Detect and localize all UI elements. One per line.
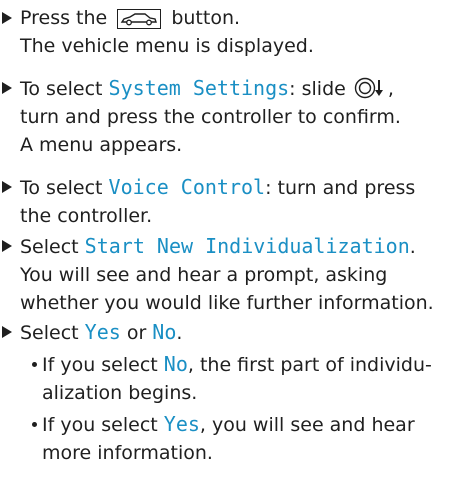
step-3: To select Voice Control: turn and press … <box>0 173 460 230</box>
bullet-1-suffix: , the first part of individu- <box>187 354 432 376</box>
menu-term-no: No <box>152 320 177 344</box>
menu-term-voice-control: Voice Control <box>108 175 266 199</box>
bullet-1-line2: alization begins. <box>42 382 198 404</box>
step-2-prefix: To select <box>20 78 109 100</box>
bullet-2-line2: more information. <box>42 442 213 464</box>
step-4-line3: whether you would like further informati… <box>20 292 434 314</box>
step-2: To select System Settings: slide , turn … <box>0 74 460 159</box>
step-4-line2: You will see and hear a prompt, asking <box>20 264 388 286</box>
step-5-mid: or <box>120 322 153 344</box>
step-arrow-icon <box>2 82 12 94</box>
step-2-mid: : slide <box>289 78 346 100</box>
menu-term-start-new-individualization: Start New Individualization <box>84 234 410 258</box>
vehicle-button-icon <box>117 9 162 29</box>
bullet-item-no: If you select No, the first part of indi… <box>30 350 460 407</box>
step-2-suffix: , <box>387 78 394 100</box>
step-1: Press the button. The vehicle menu is di… <box>0 4 460 60</box>
step-4: Select Start New Individualization. You … <box>0 232 460 317</box>
step-2-continuation: A menu appears. <box>20 134 183 156</box>
step-5-suffix: . <box>176 322 183 344</box>
step-3-line2: the controller. <box>20 205 153 227</box>
step-1-continuation: The vehicle menu is displayed. <box>20 35 314 57</box>
instruction-page: Press the button. The vehicle menu is di… <box>0 0 467 492</box>
step-arrow-icon <box>2 12 12 24</box>
step-3-suffix: : turn and press <box>265 177 416 199</box>
menu-term-yes: Yes <box>163 412 200 436</box>
bullet-item-yes: If you select Yes, you will see and hear… <box>30 410 460 467</box>
step-3-prefix: To select <box>20 177 109 199</box>
bullet-2-suffix: , you will see and hear <box>199 414 415 436</box>
bullet-2-prefix: If you select <box>42 414 164 436</box>
step-4-suffix: . <box>409 236 416 258</box>
step-4-prefix: Select <box>20 236 85 258</box>
step-arrow-icon <box>2 181 12 193</box>
step-arrow-icon <box>2 326 12 338</box>
step-arrow-icon <box>2 240 12 252</box>
step-1-suffix: button. <box>171 7 241 29</box>
step-2-line2: turn and press the controller to confirm… <box>20 106 401 128</box>
controller-slide-down-icon <box>354 77 383 99</box>
bullet-dot-icon <box>32 422 37 427</box>
bullet-1-prefix: If you select <box>42 354 164 376</box>
step-5: Select Yes or No. <box>0 318 460 347</box>
step-1-prefix: Press the <box>20 7 108 29</box>
menu-term-no: No <box>163 352 188 376</box>
step-5-prefix: Select <box>20 322 85 344</box>
menu-term-yes: Yes <box>84 320 121 344</box>
bullet-dot-icon <box>32 362 37 367</box>
menu-term-system-settings: System Settings <box>108 76 290 100</box>
